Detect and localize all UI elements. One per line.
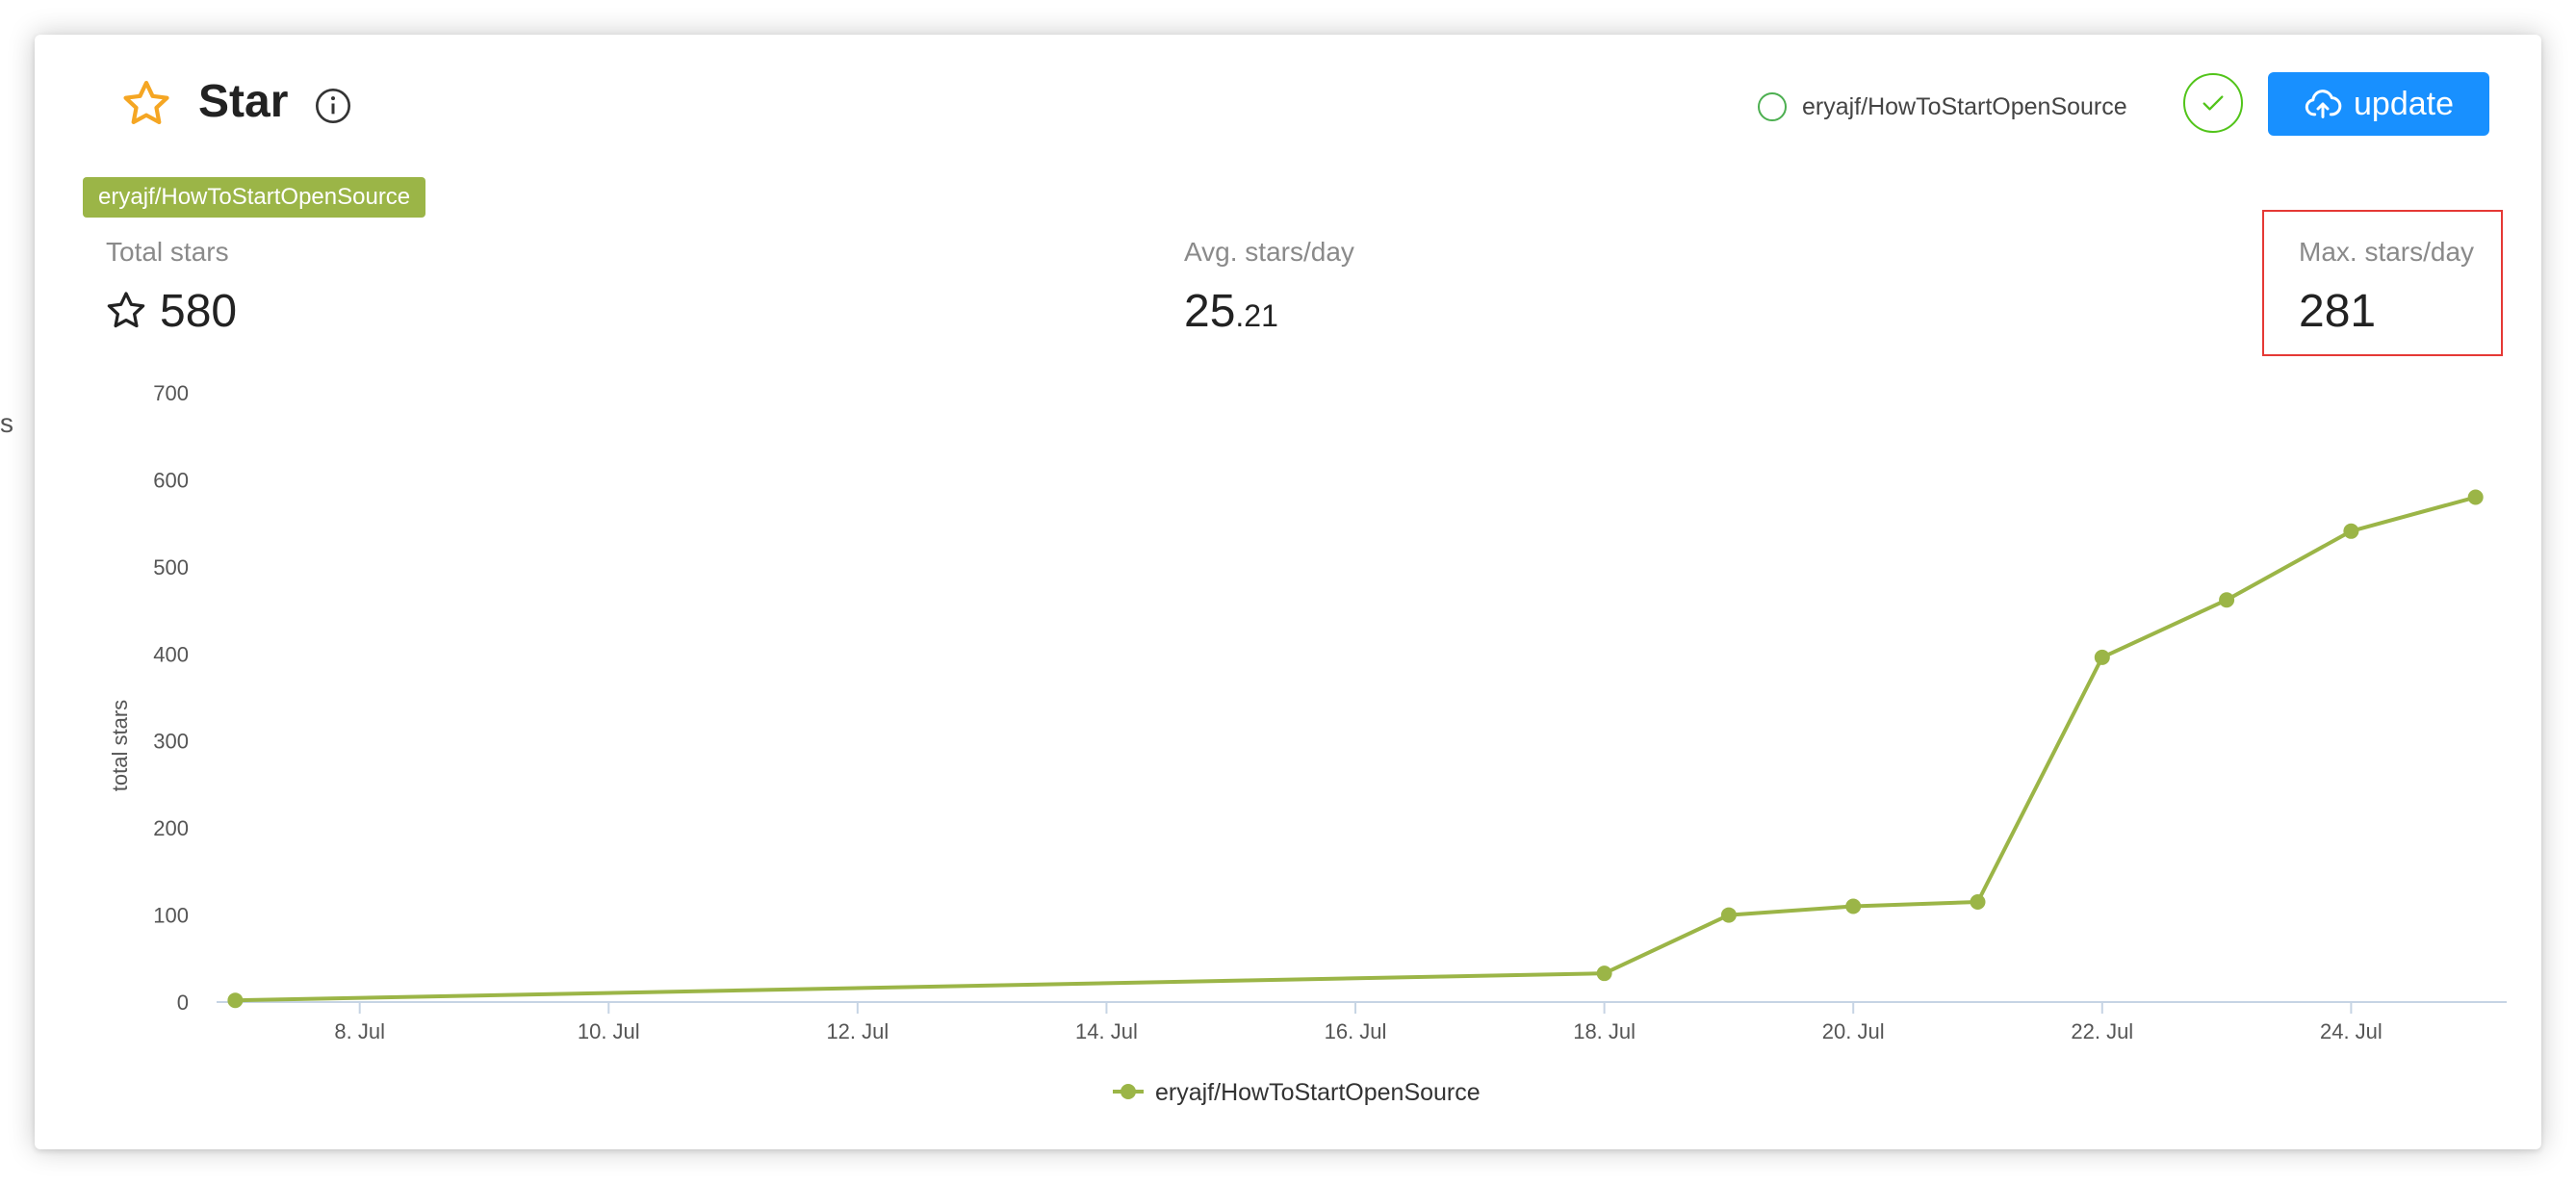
data-point [2467, 489, 2484, 505]
y-axis-label: total stars [108, 700, 132, 791]
y-tick-label: 600 [153, 468, 189, 492]
data-point [1970, 894, 1986, 911]
x-tick-label: 22. Jul [2071, 1019, 2133, 1043]
y-tick-label: 200 [153, 816, 189, 840]
y-tick-label: 300 [153, 730, 189, 754]
x-tick-label: 12. Jul [826, 1019, 889, 1043]
data-point [2343, 523, 2359, 539]
y-tick-label: 500 [153, 555, 189, 579]
data-point [1845, 898, 1862, 914]
x-tick-label: 20. Jul [1822, 1019, 1885, 1043]
series-line [235, 495, 2477, 1003]
data-point [227, 992, 244, 1009]
y-tick-label: 700 [153, 381, 189, 405]
y-tick-label: 0 [177, 991, 189, 1015]
x-tick-label: 16. Jul [1325, 1019, 1387, 1043]
x-tick-label: 8. Jul [334, 1019, 385, 1043]
stars-line-chart: 0 100 200 300 400 500 600 700 total stars 8. Jul 1… [108, 381, 2507, 1106]
y-tick-label: 100 [153, 904, 189, 928]
legend-label: eryajf/HowToStartOpenSource [1155, 1079, 1481, 1106]
y-tick-label: 400 [153, 642, 189, 666]
x-tick-label: 14. Jul [1075, 1019, 1138, 1043]
data-point [2219, 592, 2235, 608]
x-tick-label: 18. Jul [1573, 1019, 1636, 1043]
x-tick-label: 10. Jul [578, 1019, 640, 1043]
data-point [2094, 649, 2110, 665]
data-point [1596, 965, 1612, 982]
x-tick-label: 24. Jul [2320, 1019, 2383, 1043]
data-point [1720, 907, 1737, 923]
legend-marker [1121, 1084, 1136, 1099]
